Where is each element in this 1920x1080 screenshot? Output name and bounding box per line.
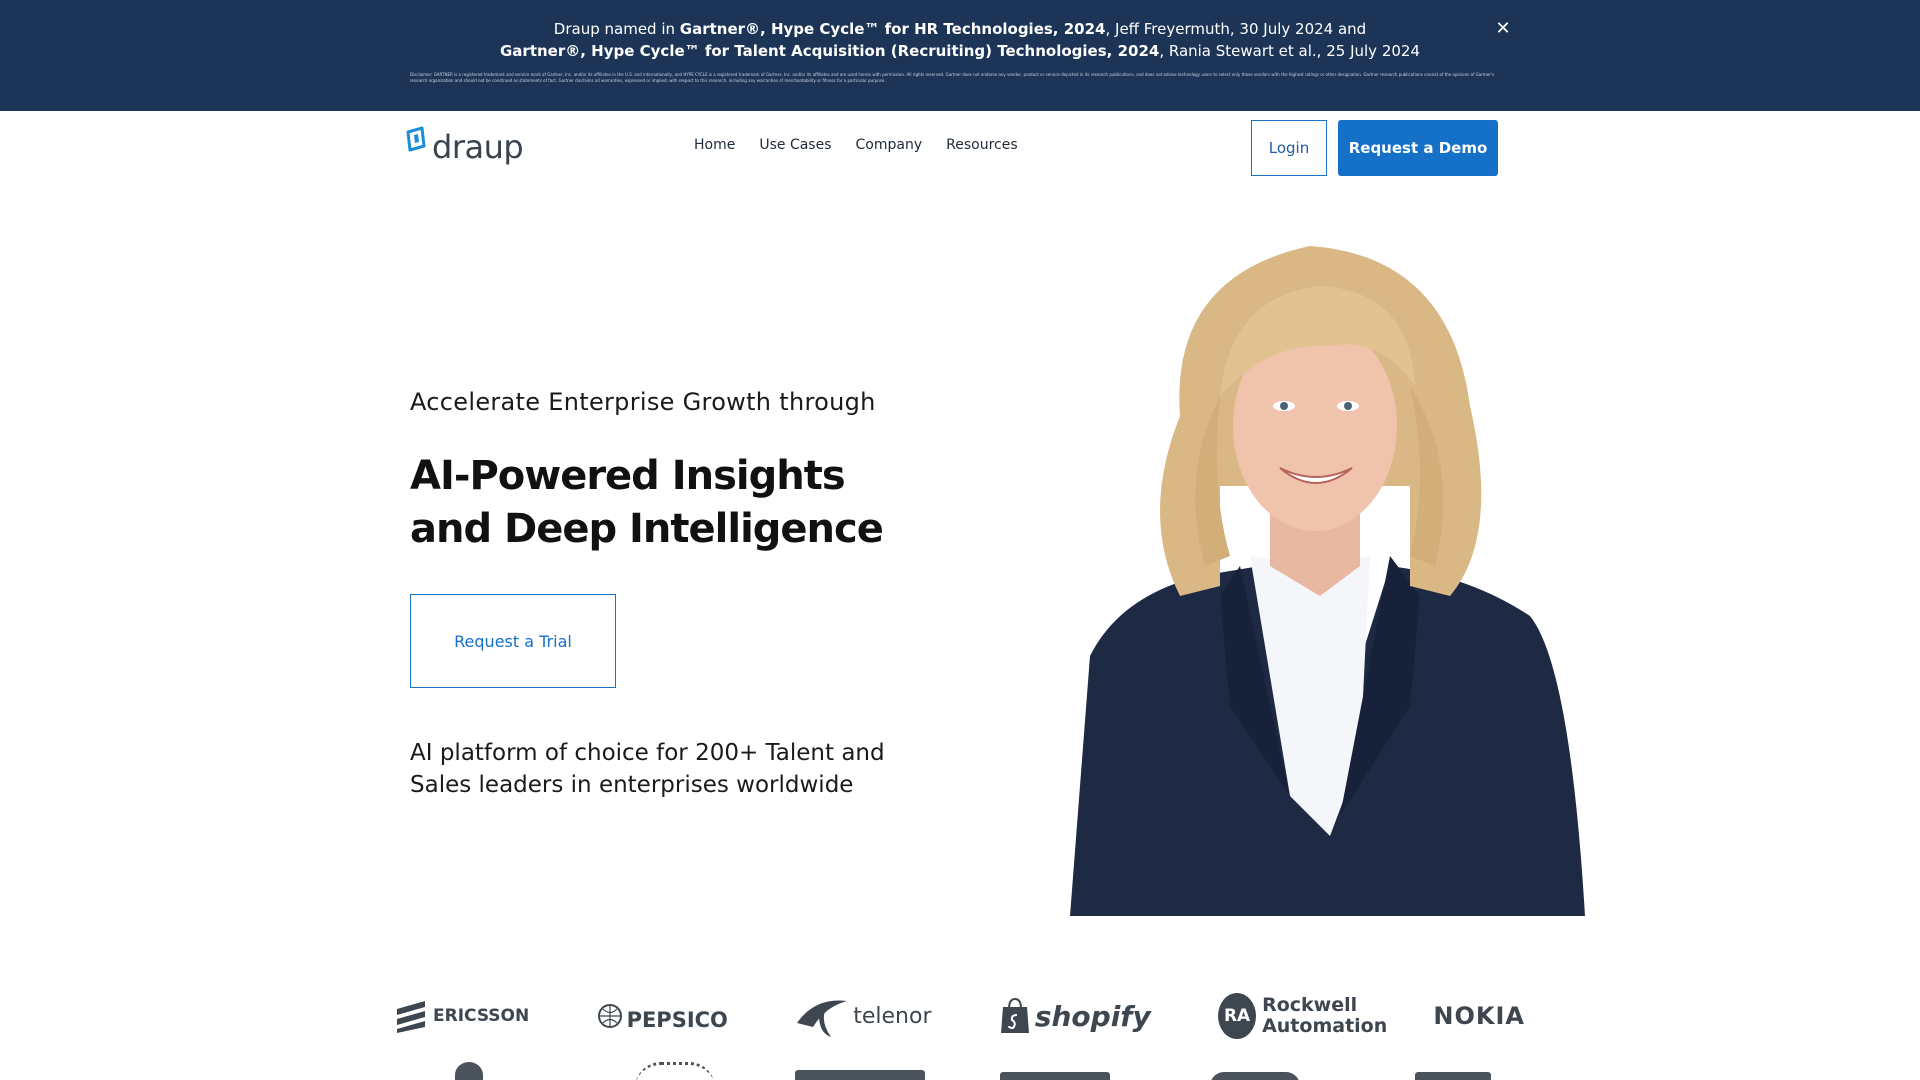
telenor-propeller-icon (797, 1000, 848, 1037)
client-logo-text: shopify (1034, 999, 1151, 1033)
client-logo-partial (455, 1062, 483, 1080)
banner-disclaimer: Disclaimer: GARTNER is a registered trad… (410, 72, 1495, 83)
request-demo-button[interactable]: Request a Demo (1338, 120, 1498, 176)
close-icon[interactable]: ✕ (1492, 18, 1514, 40)
nav-resources[interactable]: Resources (946, 137, 1018, 153)
client-logos-row-2 (395, 1058, 1525, 1080)
client-logos-row: ERICSSON PEPSICO telenor shopify RA Rock… (395, 988, 1525, 1044)
client-logo-partial (795, 1070, 925, 1080)
pepsico-globe-icon (597, 1004, 622, 1028)
nav-use-cases[interactable]: Use Cases (759, 137, 831, 153)
client-logo-nokia: NOKIA (1433, 1002, 1525, 1030)
login-button[interactable]: Login (1251, 120, 1327, 176)
client-logo-text: telenor (853, 1003, 932, 1029)
client-logo-pepsico: PEPSICO (597, 1000, 728, 1032)
ericsson-mark-icon (397, 1001, 425, 1033)
banner-line-1: Draup named in Gartner®, Hype Cycle™ for… (0, 19, 1920, 39)
rockwell-mark-icon: RA (1218, 993, 1257, 1039)
announcement-banner: Draup named in Gartner®, Hype Cycle™ for… (0, 0, 1920, 111)
banner-report-title-1: Gartner®, Hype Cycle™ for HR Technologie… (679, 20, 1106, 38)
hero-title: AI-Powered Insights and Deep Intelligenc… (410, 450, 930, 556)
nav-home[interactable]: Home (694, 137, 735, 153)
nav-company[interactable]: Company (856, 137, 923, 153)
client-logo-text: ERICSSON (433, 1006, 530, 1026)
banner-line-2: Gartner®, Hype Cycle™ for Talent Acquisi… (0, 41, 1920, 61)
client-logo-partial (635, 1062, 715, 1080)
hero-subtitle: Accelerate Enterprise Growth through (410, 388, 876, 416)
client-logo-shopify: shopify (999, 997, 1151, 1035)
client-logo-partial (1000, 1072, 1110, 1080)
client-logo-telenor: telenor (795, 993, 932, 1039)
client-logo-text: NOKIA (1433, 1002, 1525, 1030)
draup-logo-mark-icon (406, 126, 426, 152)
banner-report-title-2: Gartner®, Hype Cycle™ for Talent Acquisi… (500, 42, 1160, 60)
request-trial-button[interactable]: Request a Trial (410, 594, 616, 688)
banner-text: , Rania Stewart et al., 25 July 2024 (1159, 42, 1420, 60)
hero-title-line-2: and Deep Intelligence (410, 506, 884, 552)
client-logo-text: Rockwell Automation (1262, 994, 1388, 1037)
draup-logo[interactable]: draup (404, 126, 524, 168)
hero-portrait-image (1070, 246, 1585, 916)
shopify-bag-icon (1000, 997, 1029, 1033)
banner-text: , Jeff Freyermuth, 30 July 2024 and (1105, 20, 1367, 38)
banner-text: Draup named in (553, 20, 680, 38)
client-logo-ericsson: ERICSSON (395, 999, 529, 1033)
logo-text: draup (432, 128, 524, 166)
client-logo-partial (1210, 1072, 1300, 1080)
client-logo-partial (1415, 1072, 1491, 1080)
top-navigation: draup Home Use Cases Company Resources L… (0, 111, 1920, 186)
nav-links: Home Use Cases Company Resources (694, 137, 1042, 153)
hero-title-line-1: AI-Powered Insights (410, 453, 846, 499)
hero-description: AI platform of choice for 200+ Talent an… (410, 740, 885, 798)
client-logo-text: PEPSICO (626, 1008, 728, 1032)
client-logo-rockwell: RA Rockwell Automation (1218, 993, 1388, 1039)
